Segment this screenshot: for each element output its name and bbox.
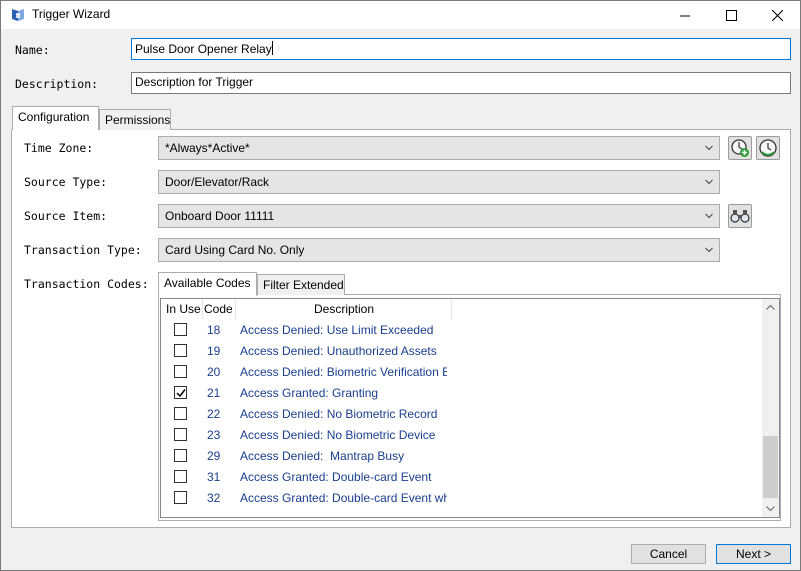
column-header-in-use[interactable]: In Use: [166, 299, 203, 320]
add-time-zone-icon: [731, 139, 749, 157]
add-time-zone-button[interactable]: [728, 136, 752, 160]
description-cell: Access Denied: No Biometric Device: [240, 428, 436, 442]
checkmark-icon: [176, 389, 186, 398]
time-zone-select[interactable]: *Always*Active*: [158, 136, 720, 160]
chevron-down-icon: [705, 213, 713, 219]
description-cell: Access Granted: Double-card Event: [240, 470, 432, 484]
app-icon: [10, 7, 26, 23]
table-row[interactable]: 31 Access Granted: Double-card Event: [161, 467, 761, 488]
source-item-select[interactable]: Onboard Door 11111: [158, 204, 720, 228]
description-cell: Access Denied: Biometric Verification Er…: [240, 365, 447, 379]
table-row[interactable]: 29 Access Denied: Mantrap Busy: [161, 446, 761, 467]
title-bar: Trigger Wizard: [1, 1, 800, 29]
source-item-value: Onboard Door 11111: [165, 209, 275, 223]
time-zone-label: Time Zone:: [24, 141, 94, 155]
code-cell: 29: [207, 449, 221, 463]
source-item-label: Source Item:: [24, 209, 108, 223]
description-cell: Access Granted: Granting: [240, 386, 379, 400]
transaction-codes-label: Transaction Codes:: [24, 277, 149, 291]
code-cell: 18: [207, 323, 221, 337]
description-cell: Access Denied: Unauthorized Assets: [240, 344, 437, 358]
table-row[interactable]: 22 Access Denied: No Biometric Record: [161, 404, 761, 425]
binoculars-icon: [730, 210, 750, 223]
description-cell: Access Denied: No Biometric Record: [240, 407, 438, 421]
time-zone-clock-button[interactable]: [756, 136, 780, 160]
description-cell: Access Denied: Mantrap Busy: [240, 449, 405, 463]
scrollbar-thumb[interactable]: [763, 436, 778, 498]
in-use-checkbox[interactable]: [174, 365, 187, 378]
browse-source-item-button[interactable]: [728, 204, 752, 228]
description-label: Description:: [15, 77, 99, 91]
in-use-checkbox[interactable]: [174, 344, 187, 357]
table-row[interactable]: 18 Access Denied: Use Limit Exceeded: [161, 320, 761, 341]
trigger-wizard-window: Trigger Wizard Name: Pulse Door Opener R…: [0, 0, 801, 571]
code-cell: 20: [207, 365, 221, 379]
transaction-type-label: Transaction Type:: [24, 243, 142, 257]
tab-permissions[interactable]: Permissions: [99, 109, 171, 130]
table-row[interactable]: 23 Access Denied: No Biometric Device: [161, 425, 761, 446]
code-cell: 32: [207, 491, 221, 505]
chevron-down-icon: [705, 179, 713, 185]
code-cell: 21: [207, 386, 221, 400]
column-header-code[interactable]: Code: [204, 299, 236, 320]
description-field-value: Description for Trigger: [135, 75, 254, 89]
window-title: Trigger Wizard: [32, 7, 111, 21]
time-zone-clock-icon: [759, 139, 777, 157]
transaction-type-value: Card Using Card No. Only: [165, 243, 305, 257]
maximize-button[interactable]: [708, 1, 754, 29]
chevron-down-icon: [705, 247, 713, 253]
minimize-icon: [679, 15, 690, 16]
in-use-checkbox[interactable]: [174, 470, 187, 483]
in-use-checkbox[interactable]: [174, 428, 187, 441]
in-use-checkbox[interactable]: [174, 323, 187, 336]
code-cell: 31: [207, 470, 221, 484]
source-type-select[interactable]: Door/Elevator/Rack: [158, 170, 720, 194]
cancel-button[interactable]: Cancel: [631, 544, 706, 564]
description-cell: Access Denied: Use Limit Exceeded: [240, 323, 434, 337]
name-field-value: Pulse Door Opener Relay: [135, 42, 272, 56]
minimize-button[interactable]: [662, 1, 708, 29]
table-row[interactable]: 32 Access Granted: Double-card Event whi…: [161, 488, 761, 509]
in-use-checkbox[interactable]: [174, 449, 187, 462]
tab-available-codes[interactable]: Available Codes: [158, 272, 257, 296]
table-row[interactable]: 21 Access Granted: Granting: [161, 383, 761, 404]
column-header-description[interactable]: Description: [237, 299, 452, 320]
maximize-icon: [725, 9, 737, 21]
name-field[interactable]: Pulse Door Opener Relay: [131, 38, 791, 60]
table-row[interactable]: 20 Access Denied: Biometric Verification…: [161, 362, 761, 383]
time-zone-value: *Always*Active*: [165, 141, 250, 155]
close-icon: [771, 9, 783, 21]
tab-configuration[interactable]: Configuration: [12, 106, 99, 130]
description-cell: Access Granted: Double-card Event while: [240, 491, 447, 505]
vertical-scrollbar[interactable]: [762, 299, 779, 517]
code-cell: 23: [207, 428, 221, 442]
in-use-checkbox[interactable]: [174, 386, 187, 399]
transaction-codes-list[interactable]: In Use Code Description 18 Access Denied…: [160, 298, 780, 518]
transaction-type-select[interactable]: Card Using Card No. Only: [158, 238, 720, 262]
scroll-down-icon[interactable]: [766, 505, 775, 512]
description-field[interactable]: Description for Trigger: [131, 72, 791, 94]
code-cell: 22: [207, 407, 221, 421]
scroll-up-icon[interactable]: [766, 304, 775, 311]
code-cell: 19: [207, 344, 221, 358]
in-use-checkbox[interactable]: [174, 491, 187, 504]
source-type-value: Door/Elevator/Rack: [165, 175, 270, 189]
name-label: Name:: [15, 43, 50, 57]
chevron-down-icon: [705, 145, 713, 151]
tab-filter-extended[interactable]: Filter Extended: [257, 274, 345, 295]
table-row[interactable]: 19 Access Denied: Unauthorized Assets: [161, 341, 761, 362]
source-type-label: Source Type:: [24, 175, 108, 189]
text-caret: [271, 41, 273, 55]
next-button[interactable]: Next >: [716, 544, 791, 564]
close-button[interactable]: [754, 1, 800, 29]
in-use-checkbox[interactable]: [174, 407, 187, 420]
